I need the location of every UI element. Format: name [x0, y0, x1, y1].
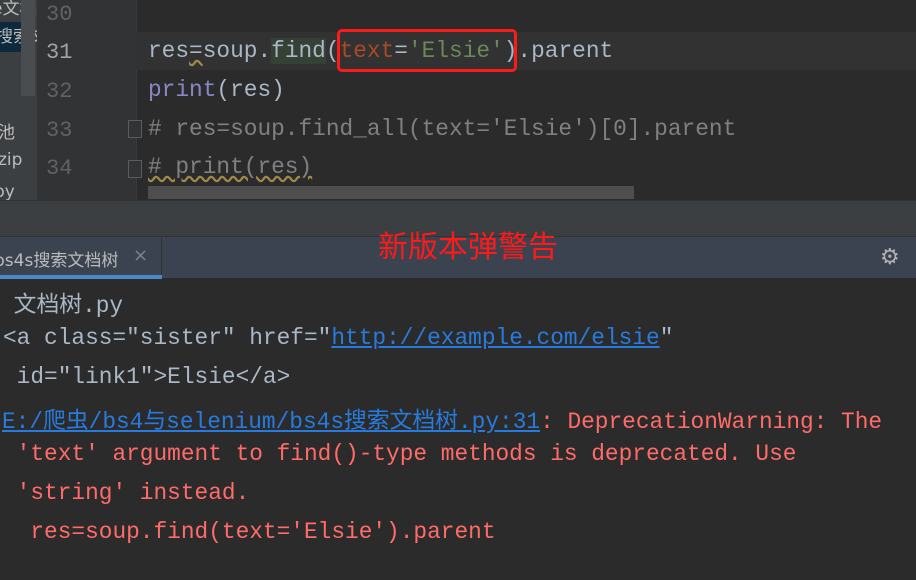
console-text: "	[659, 325, 674, 351]
line-number: 32	[46, 79, 73, 104]
code-token: (res)	[216, 77, 285, 103]
gear-icon[interactable]: ⚙	[880, 245, 900, 270]
console-line: 文档树.py	[0, 293, 124, 319]
console-file-link[interactable]: E:/爬虫/bs4与selenium/bs4s搜索文档树.py:31	[2, 409, 540, 435]
code-token: soup.	[202, 38, 272, 64]
horizontal-scrollbar[interactable]	[148, 186, 634, 199]
project-item[interactable]: zip	[0, 150, 22, 170]
line-number: 33	[46, 118, 73, 143]
console-line: id="link1">Elsie</a>	[3, 364, 291, 390]
tab-label: bs4s搜索文档树	[0, 251, 119, 271]
fold-icon[interactable]	[128, 120, 142, 138]
fold-icon[interactable]	[128, 160, 142, 178]
line-number: 30	[46, 2, 73, 27]
close-icon[interactable]: ×	[133, 245, 148, 266]
code-line-32: print(res)	[148, 77, 285, 103]
console-warning: : DeprecationWarning: The	[540, 409, 883, 435]
code-token: find	[271, 38, 326, 64]
project-panel: e文档 搜索文 池 zip py	[0, 0, 37, 200]
console-text: <a class="sister" href="	[3, 325, 332, 351]
project-item[interactable]: 池	[0, 118, 15, 143]
console-warning: 'string' instead.	[3, 480, 250, 506]
console-link[interactable]: http://example.com/elsie	[331, 325, 659, 351]
code-token: res	[148, 38, 190, 64]
active-tab-indicator	[0, 275, 162, 279]
project-scrollbar[interactable]	[21, 0, 35, 96]
line-number: 34	[46, 156, 73, 181]
code-token: =	[189, 38, 203, 64]
console-warning: 'text' argument to find()-type methods i…	[3, 441, 797, 467]
code-token: ).parent	[503, 38, 614, 64]
console-warning: res=soup.find(text='Elsie').parent	[3, 519, 496, 545]
line-number-current: 31	[46, 40, 73, 65]
highlight-box	[337, 29, 517, 72]
code-line-34: # print(res)	[148, 154, 313, 180]
code-token: print	[148, 77, 217, 103]
tab-run-config[interactable]: bs4s搜索文档树 ×	[0, 237, 162, 279]
annotation-text: 新版本弹警告	[378, 230, 558, 265]
console-line: E:/爬虫/bs4与selenium/bs4s搜索文档树.py:31: Depr…	[2, 402, 882, 435]
console-line: <a class="sister" href="http://example.c…	[3, 325, 673, 351]
code-line-33: # res=soup.find_all(text='Elsie')[0].par…	[148, 116, 737, 142]
project-item[interactable]: py	[0, 182, 15, 200]
